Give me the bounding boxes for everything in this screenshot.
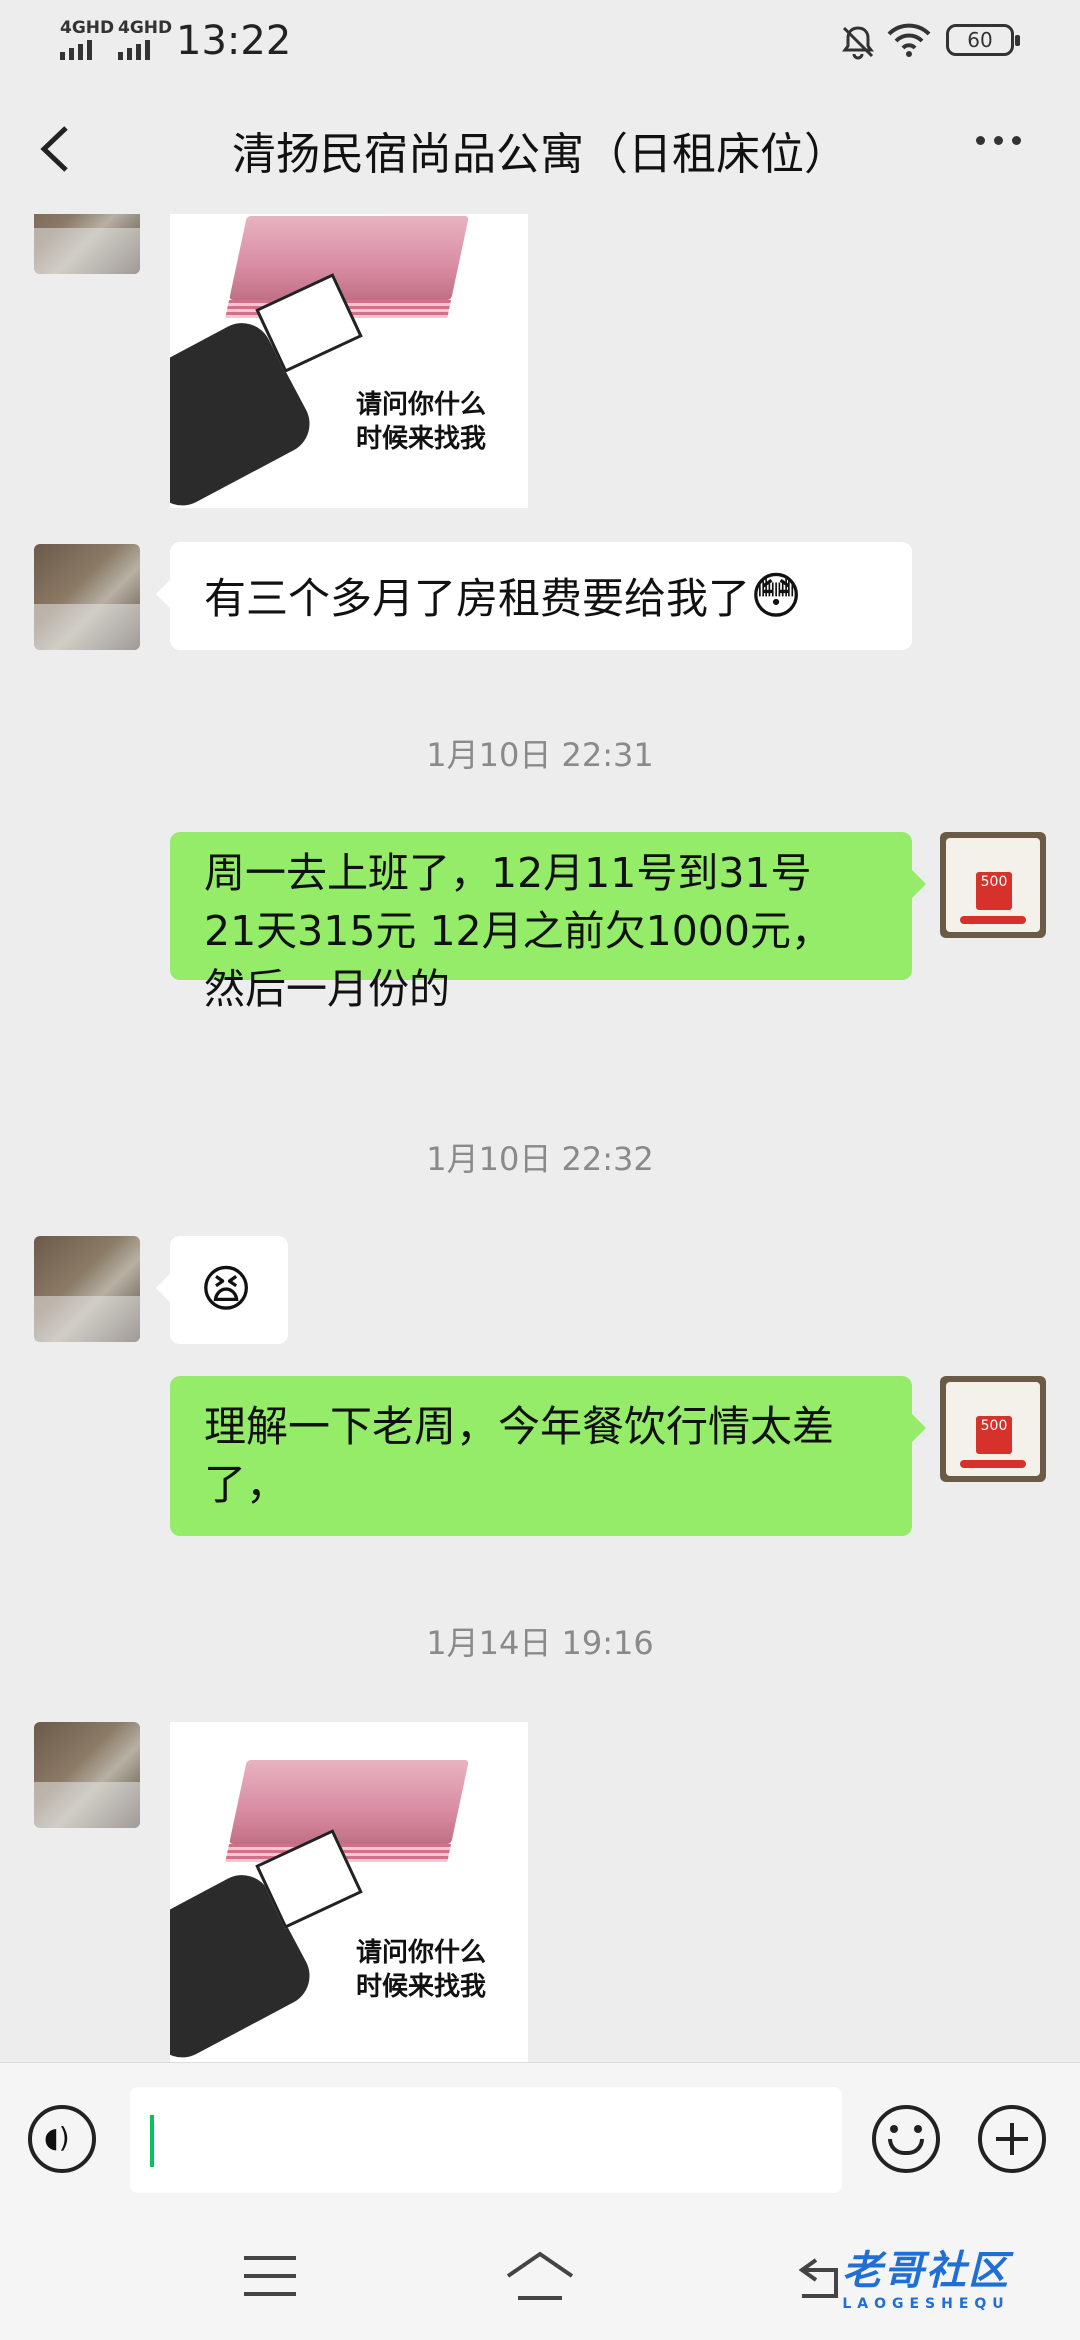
message-bubble[interactable]: 理解一下老周，今年餐饮行情太差 了， (170, 1376, 926, 1536)
signal-indicator-2: 4GHD (118, 18, 172, 60)
timestamp: 1月10日 22:32 (426, 1140, 654, 1178)
back-arrow-icon[interactable] (36, 124, 76, 174)
tired-face-icon: 😫 (200, 1260, 253, 1318)
message-bubble[interactable]: 有三个多月了房租费要给我了😳 (156, 542, 912, 650)
message-text: 周一去上班了，12月11号到31号 21天315元 12月之前欠1000元， 然… (204, 849, 832, 1013)
more-options-icon[interactable] (976, 136, 1036, 160)
avatar[interactable] (34, 544, 140, 650)
emoji-icon[interactable] (872, 2105, 940, 2173)
signal-bars-icon (60, 40, 114, 60)
avatar[interactable] (34, 214, 140, 274)
sticker-caption: 请问你什么 时候来找我 (356, 390, 487, 454)
plus-icon[interactable] (978, 2105, 1046, 2173)
avatar[interactable] (34, 1236, 140, 1342)
menu-icon[interactable] (244, 2256, 296, 2296)
signal-indicator-1: 4GHD (60, 18, 114, 60)
chat-title: 清扬民宿尚品公寓（日租床位） (232, 129, 848, 180)
avatar[interactable]: 500 (940, 1376, 1046, 1482)
watermark-subtext: LAOGESHEQU (842, 2296, 1010, 2312)
money-sticker-image[interactable]: 请问你什么 时候来找我 (170, 1722, 528, 2062)
timestamp: 1月10日 22:31 (426, 736, 654, 774)
money-sticker-image[interactable]: 请问你什么 时候来找我 (170, 214, 528, 508)
voice-input-icon[interactable] (28, 2105, 96, 2173)
mute-bell-icon (842, 26, 874, 60)
input-bar (0, 2062, 1080, 2215)
battery-indicator: 60 (946, 24, 1020, 56)
chat-header: 清扬民宿尚品公寓（日租床位） (0, 84, 1080, 214)
sticker-caption: 请问你什么 时候来找我 (356, 1938, 487, 2002)
timestamp: 1月14日 19:16 (426, 1624, 654, 1662)
avatar[interactable] (34, 1722, 140, 1828)
message-bubble[interactable]: 😫 (156, 1236, 288, 1344)
avatar-badge: 500 (976, 1416, 1012, 1454)
message-input[interactable] (130, 2087, 842, 2193)
network-type-2: 4GHD (118, 18, 173, 38)
message-text: 有三个多月了房租费要给我了 (204, 574, 751, 623)
status-time: 13:22 (176, 18, 292, 64)
message-bubble[interactable]: 周一去上班了，12月11号到31号 21天315元 12月之前欠1000元， 然… (170, 832, 926, 1013)
watermark-logo: 老哥社区 LAOGESHEQU (842, 2238, 1010, 2312)
network-type-1: 4GHD (60, 18, 115, 38)
watermark-text: 老哥社区 (842, 2248, 1010, 2294)
wifi-icon (887, 23, 931, 57)
status-bar: 4GHD 4GHD 13:22 60 (0, 0, 1080, 84)
avatar[interactable]: 500 (940, 832, 1046, 938)
text-cursor (150, 2115, 154, 2167)
flushed-face-icon: 😳 (750, 567, 803, 625)
message-text: 理解一下老周，今年餐饮行情太差 了， (204, 1402, 835, 1509)
home-icon[interactable] (504, 2250, 576, 2304)
avatar-badge: 500 (976, 872, 1012, 910)
message-list[interactable]: 请问你什么 时候来找我 有三个多月了房租费要给我了😳 1月10日 22:31 周… (0, 214, 1080, 2062)
signal-bars-icon (118, 40, 172, 60)
